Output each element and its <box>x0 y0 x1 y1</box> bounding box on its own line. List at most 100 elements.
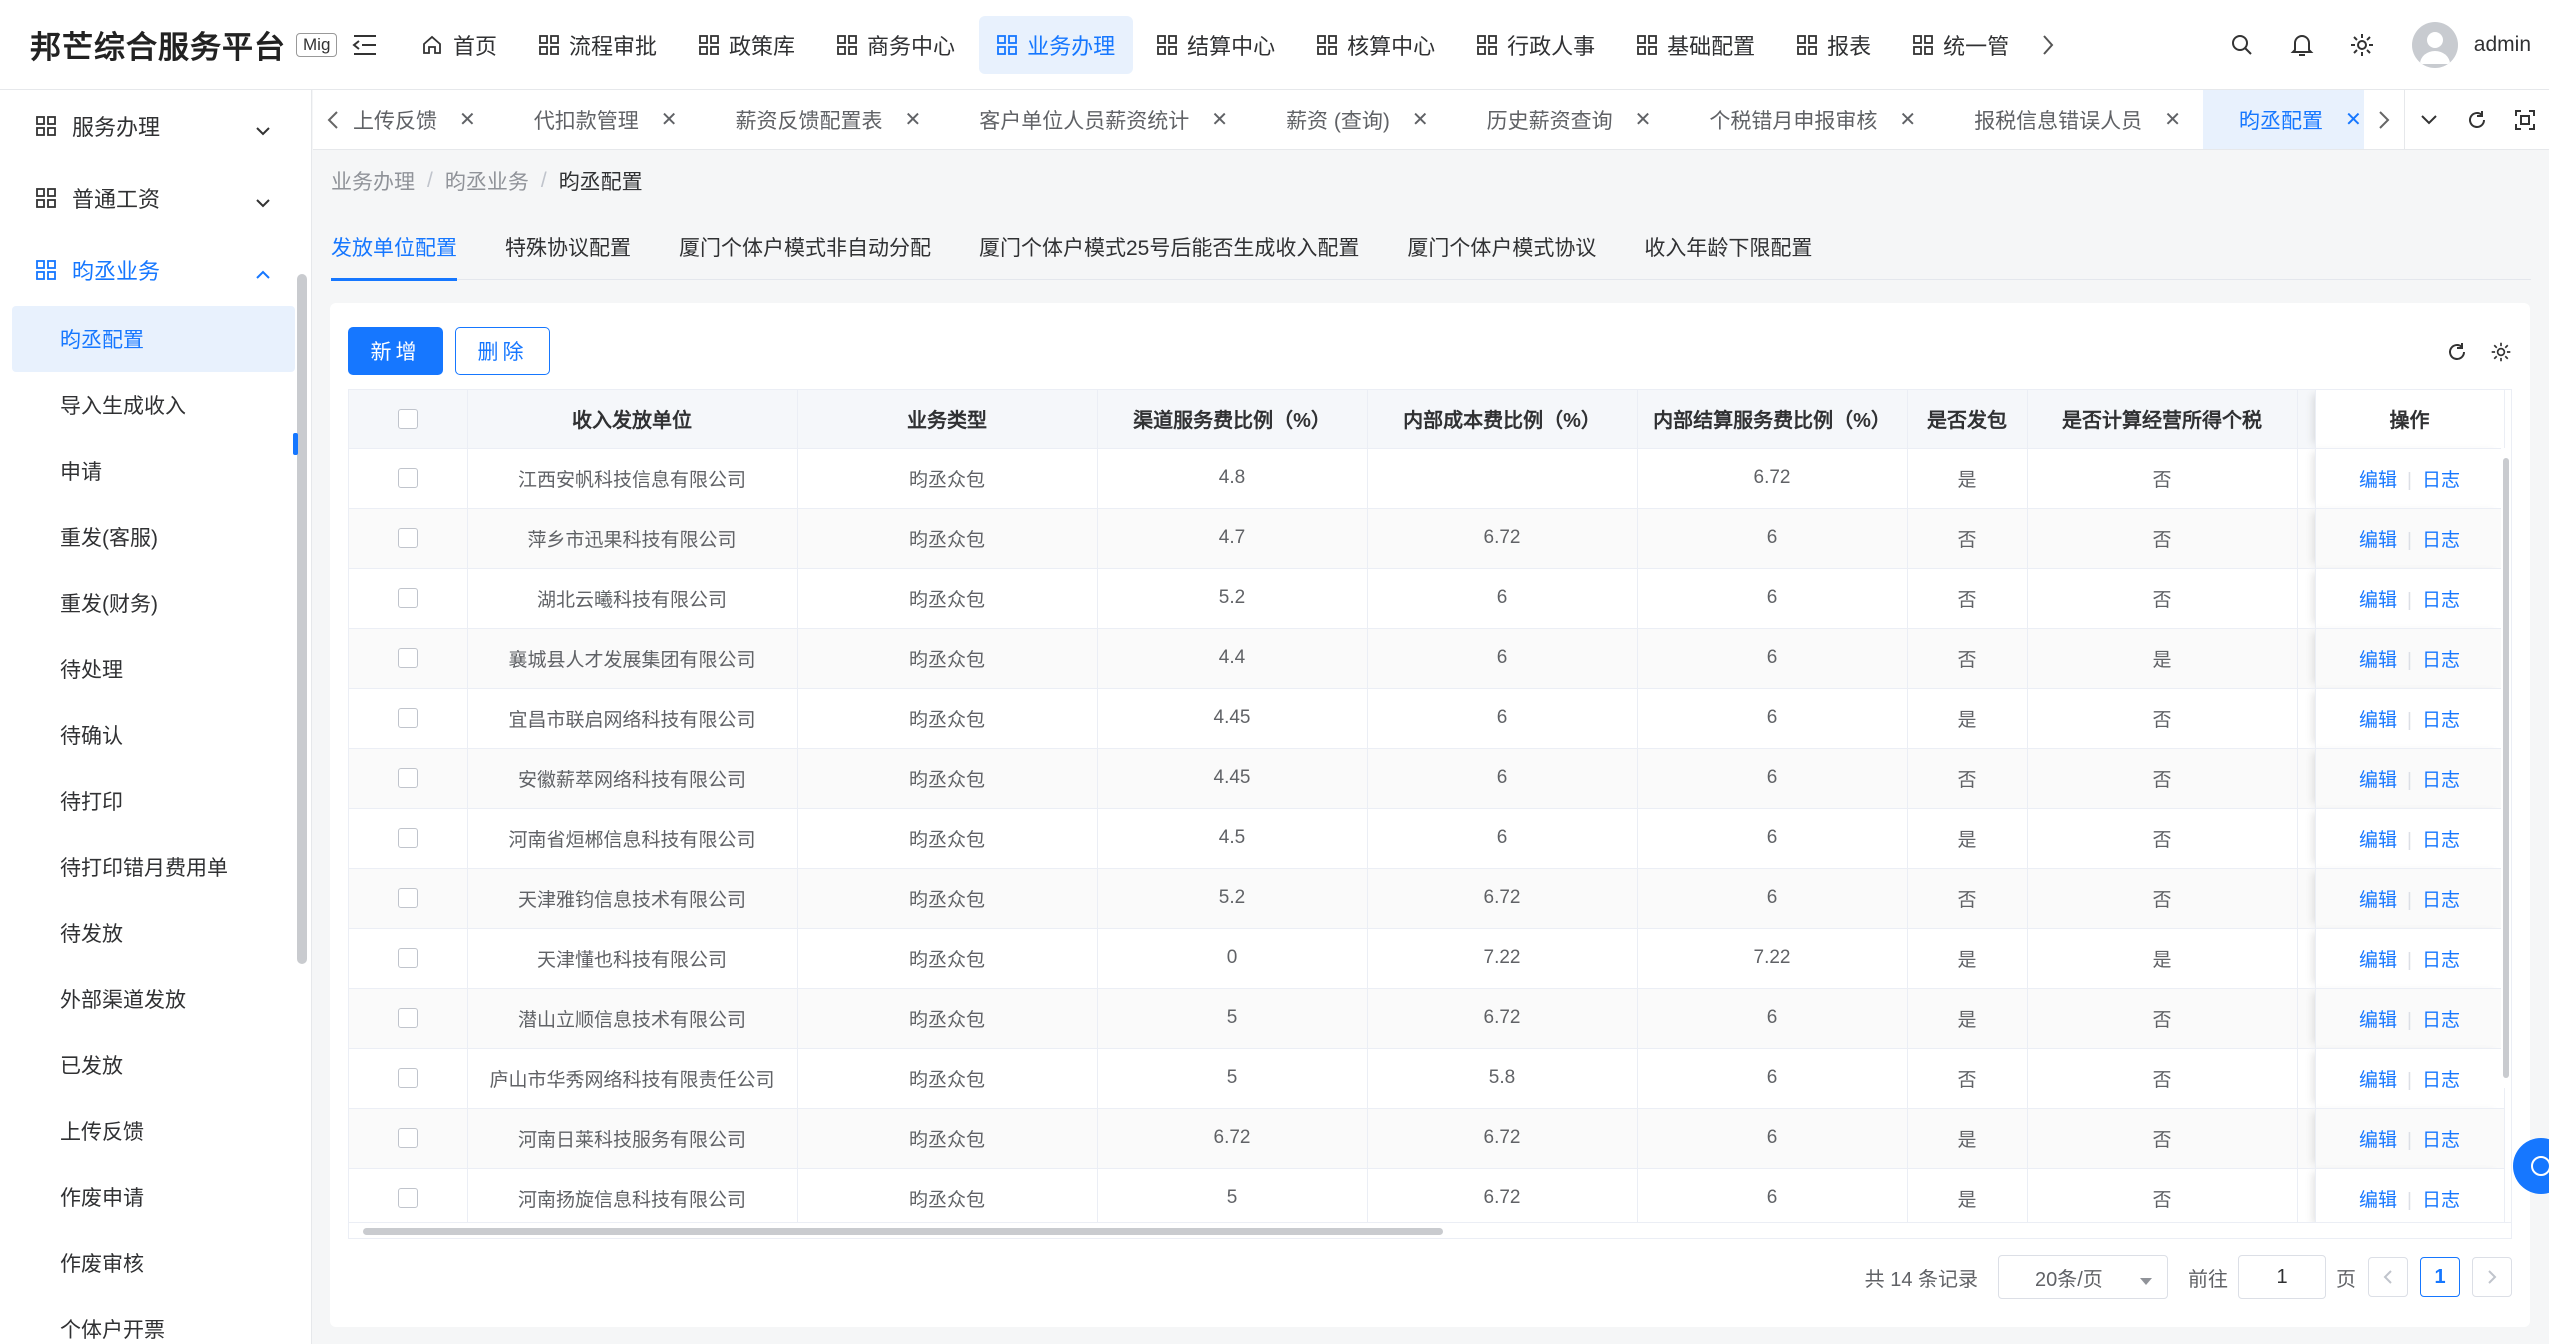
goto-page-input[interactable]: 1 <box>2238 1255 2326 1299</box>
sidebar-item[interactable]: 上传反馈 <box>0 1098 311 1164</box>
edit-link[interactable]: 编辑 <box>2359 1130 2397 1151</box>
sidebar-item[interactable]: 昀丞配置 <box>12 306 295 372</box>
breadcrumb-item[interactable]: 业务办理 <box>331 166 415 196</box>
row-checkbox[interactable] <box>397 1067 418 1088</box>
topnav-item[interactable]: 政策库 <box>681 16 813 74</box>
sub-tab[interactable]: 收入年龄下限配置 <box>1644 222 1812 280</box>
edit-link[interactable]: 编辑 <box>2359 830 2397 851</box>
sidebar-item[interactable]: 申请 <box>0 438 311 504</box>
log-link[interactable]: 日志 <box>2422 470 2460 491</box>
edit-link[interactable]: 编辑 <box>2359 710 2397 731</box>
tab[interactable]: 历史薪资查询 ✕ <box>1451 90 1674 149</box>
row-checkbox[interactable] <box>397 527 418 548</box>
log-link[interactable]: 日志 <box>2422 1190 2460 1211</box>
delete-button[interactable]: 删除 <box>455 327 550 375</box>
table-row[interactable]: 庐山市华秀网络科技有限责任公司 昀丞众包 5 5.8 6 否否编辑 | 日志 <box>349 1048 2505 1109</box>
close-icon[interactable]: ✕ <box>905 107 922 132</box>
topnav-item[interactable]: 流程审批 <box>521 16 675 74</box>
table-row[interactable]: 河南省烜郴信息科技有限公司 昀丞众包 4.5 6 6 是否编辑 | 日志 <box>349 808 2505 869</box>
sidebar-item[interactable]: 已发放 <box>0 1032 311 1098</box>
search-icon[interactable] <box>2212 15 2272 75</box>
table-row[interactable]: 萍乡市迅果科技有限公司 昀丞众包 4.7 6.72 6 否否编辑 | 日志 <box>349 508 2505 569</box>
page-number-button[interactable]: 1 <box>2420 1257 2460 1297</box>
edit-link[interactable]: 编辑 <box>2359 950 2397 971</box>
sidebar-item[interactable]: 外部渠道发放 <box>0 966 311 1032</box>
table-row[interactable]: 安徽薪萃网络科技有限公司 昀丞众包 4.45 6 6 否否编辑 | 日志 <box>349 748 2505 809</box>
row-checkbox[interactable] <box>397 887 418 908</box>
topnav-item[interactable]: 报表 <box>1779 16 1889 74</box>
avatar[interactable] <box>2411 22 2458 68</box>
edit-link[interactable]: 编辑 <box>2359 1010 2397 1031</box>
close-icon[interactable]: ✕ <box>661 107 678 132</box>
prev-page-button[interactable] <box>2368 1257 2408 1297</box>
sub-tab[interactable]: 厦门个体户模式25号后能否生成收入配置 <box>979 222 1359 280</box>
edit-link[interactable]: 编辑 <box>2359 590 2397 611</box>
column-header[interactable]: 内部成本费比例（%） <box>1367 390 1638 449</box>
tab[interactable]: 代扣款管理 ✕ <box>498 90 700 149</box>
table-row[interactable]: 天津懂也科技有限公司 昀丞众包 0 7.22 7.22 是是编辑 | 日志 <box>349 928 2505 989</box>
column-header[interactable]: 渠道服务费比例（%） <box>1097 390 1368 449</box>
sub-tab[interactable]: 厦门个体户模式协议 <box>1407 222 1596 280</box>
topnav-item[interactable]: 基础配置 <box>1619 16 1773 74</box>
row-checkbox[interactable] <box>397 1187 418 1208</box>
sub-tab[interactable]: 厦门个体户模式非自动分配 <box>679 222 931 280</box>
tab[interactable]: 上传反馈 ✕ <box>353 90 498 149</box>
row-checkbox[interactable] <box>397 767 418 788</box>
sidebar-item[interactable]: 待发放 <box>0 900 311 966</box>
gear-icon[interactable] <box>2332 15 2392 75</box>
table-row[interactable]: 江西安帆科技信息有限公司 昀丞众包 4.8 6.72 是否 编辑 | 日志 <box>349 448 2505 509</box>
table-row[interactable]: 湖北云曦科技有限公司 昀丞众包 5.2 6 6 否否编辑 | 日志 <box>349 568 2505 629</box>
menu-collapse-icon[interactable] <box>345 25 385 65</box>
username[interactable]: admin <box>2474 33 2531 57</box>
select-all-checkbox[interactable] <box>397 408 418 429</box>
sidebar-scrollbar[interactable] <box>297 274 307 964</box>
add-button[interactable]: 新增 <box>348 327 443 375</box>
fullscreen-icon[interactable] <box>2501 90 2549 149</box>
close-icon[interactable]: ✕ <box>2345 107 2362 132</box>
tab[interactable]: 薪资反馈配置表 ✕ <box>700 90 944 149</box>
row-checkbox[interactable] <box>397 467 418 488</box>
refresh-icon[interactable] <box>2453 90 2501 149</box>
tab[interactable]: 薪资 (查询) ✕ <box>1250 90 1451 149</box>
row-checkbox[interactable] <box>397 827 418 848</box>
sidebar-group[interactable]: 普通工资 <box>0 162 311 234</box>
sidebar-item[interactable]: 重发(客服) <box>0 504 311 570</box>
close-icon[interactable]: ✕ <box>2164 107 2181 132</box>
column-header[interactable]: 内部结算服务费比例（%） <box>1637 390 1908 449</box>
table-row[interactable]: 河南日莱科技服务有限公司 昀丞众包 6.72 6.72 6 是否编辑 | 日志 <box>349 1108 2505 1169</box>
tab[interactable]: 报税信息错误人员 ✕ <box>1938 90 2203 149</box>
row-checkbox[interactable] <box>397 707 418 728</box>
topnav-item[interactable]: 结算中心 <box>1139 16 1293 74</box>
topnav-item[interactable]: 商务中心 <box>819 16 973 74</box>
page-size-select[interactable]: 20条/页 <box>1998 1255 2168 1299</box>
log-link[interactable]: 日志 <box>2422 710 2460 731</box>
log-link[interactable]: 日志 <box>2422 770 2460 791</box>
sidebar-item[interactable]: 作废审核 <box>0 1230 311 1296</box>
refresh-table-icon[interactable] <box>2442 337 2472 367</box>
sidebar-group[interactable]: 昀丞业务 <box>0 234 311 306</box>
log-link[interactable]: 日志 <box>2422 650 2460 671</box>
close-icon[interactable]: ✕ <box>1412 107 1429 132</box>
log-link[interactable]: 日志 <box>2422 830 2460 851</box>
row-checkbox[interactable] <box>397 947 418 968</box>
sidebar-item[interactable]: 导入生成收入 <box>0 372 311 438</box>
edit-link[interactable]: 编辑 <box>2359 1070 2397 1091</box>
table-row[interactable]: 河南扬旋信息科技有限公司 昀丞众包 5 6.72 6 是否 编辑 | 日志 <box>349 1168 2505 1229</box>
tab[interactable]: 昀丞配置 ✕ <box>2202 90 2364 149</box>
topnav-item[interactable]: 首页 <box>403 16 515 74</box>
edit-link[interactable]: 编辑 <box>2359 650 2397 671</box>
log-link[interactable]: 日志 <box>2422 590 2460 611</box>
column-header[interactable]: 业务类型 <box>797 390 1098 449</box>
column-header[interactable]: 是否计算经营所得个税 <box>2027 390 2298 449</box>
tabs-scroll-right-icon[interactable] <box>2364 90 2404 149</box>
sub-tab[interactable]: 特殊协议配置 <box>505 222 631 280</box>
topnav-item[interactable]: 统一管 <box>1895 16 2027 74</box>
column-header[interactable]: 是否发包 <box>1907 390 2028 449</box>
topnav-item[interactable]: 核算中心 <box>1299 16 1453 74</box>
tabs-dropdown-icon[interactable] <box>2405 90 2453 149</box>
column-header[interactable]: 收入发放单位 <box>467 390 798 449</box>
close-icon[interactable]: ✕ <box>1635 107 1652 132</box>
edit-link[interactable]: 编辑 <box>2359 770 2397 791</box>
sidebar-item[interactable]: 重发(财务) <box>0 570 311 636</box>
close-icon[interactable]: ✕ <box>1211 107 1228 132</box>
